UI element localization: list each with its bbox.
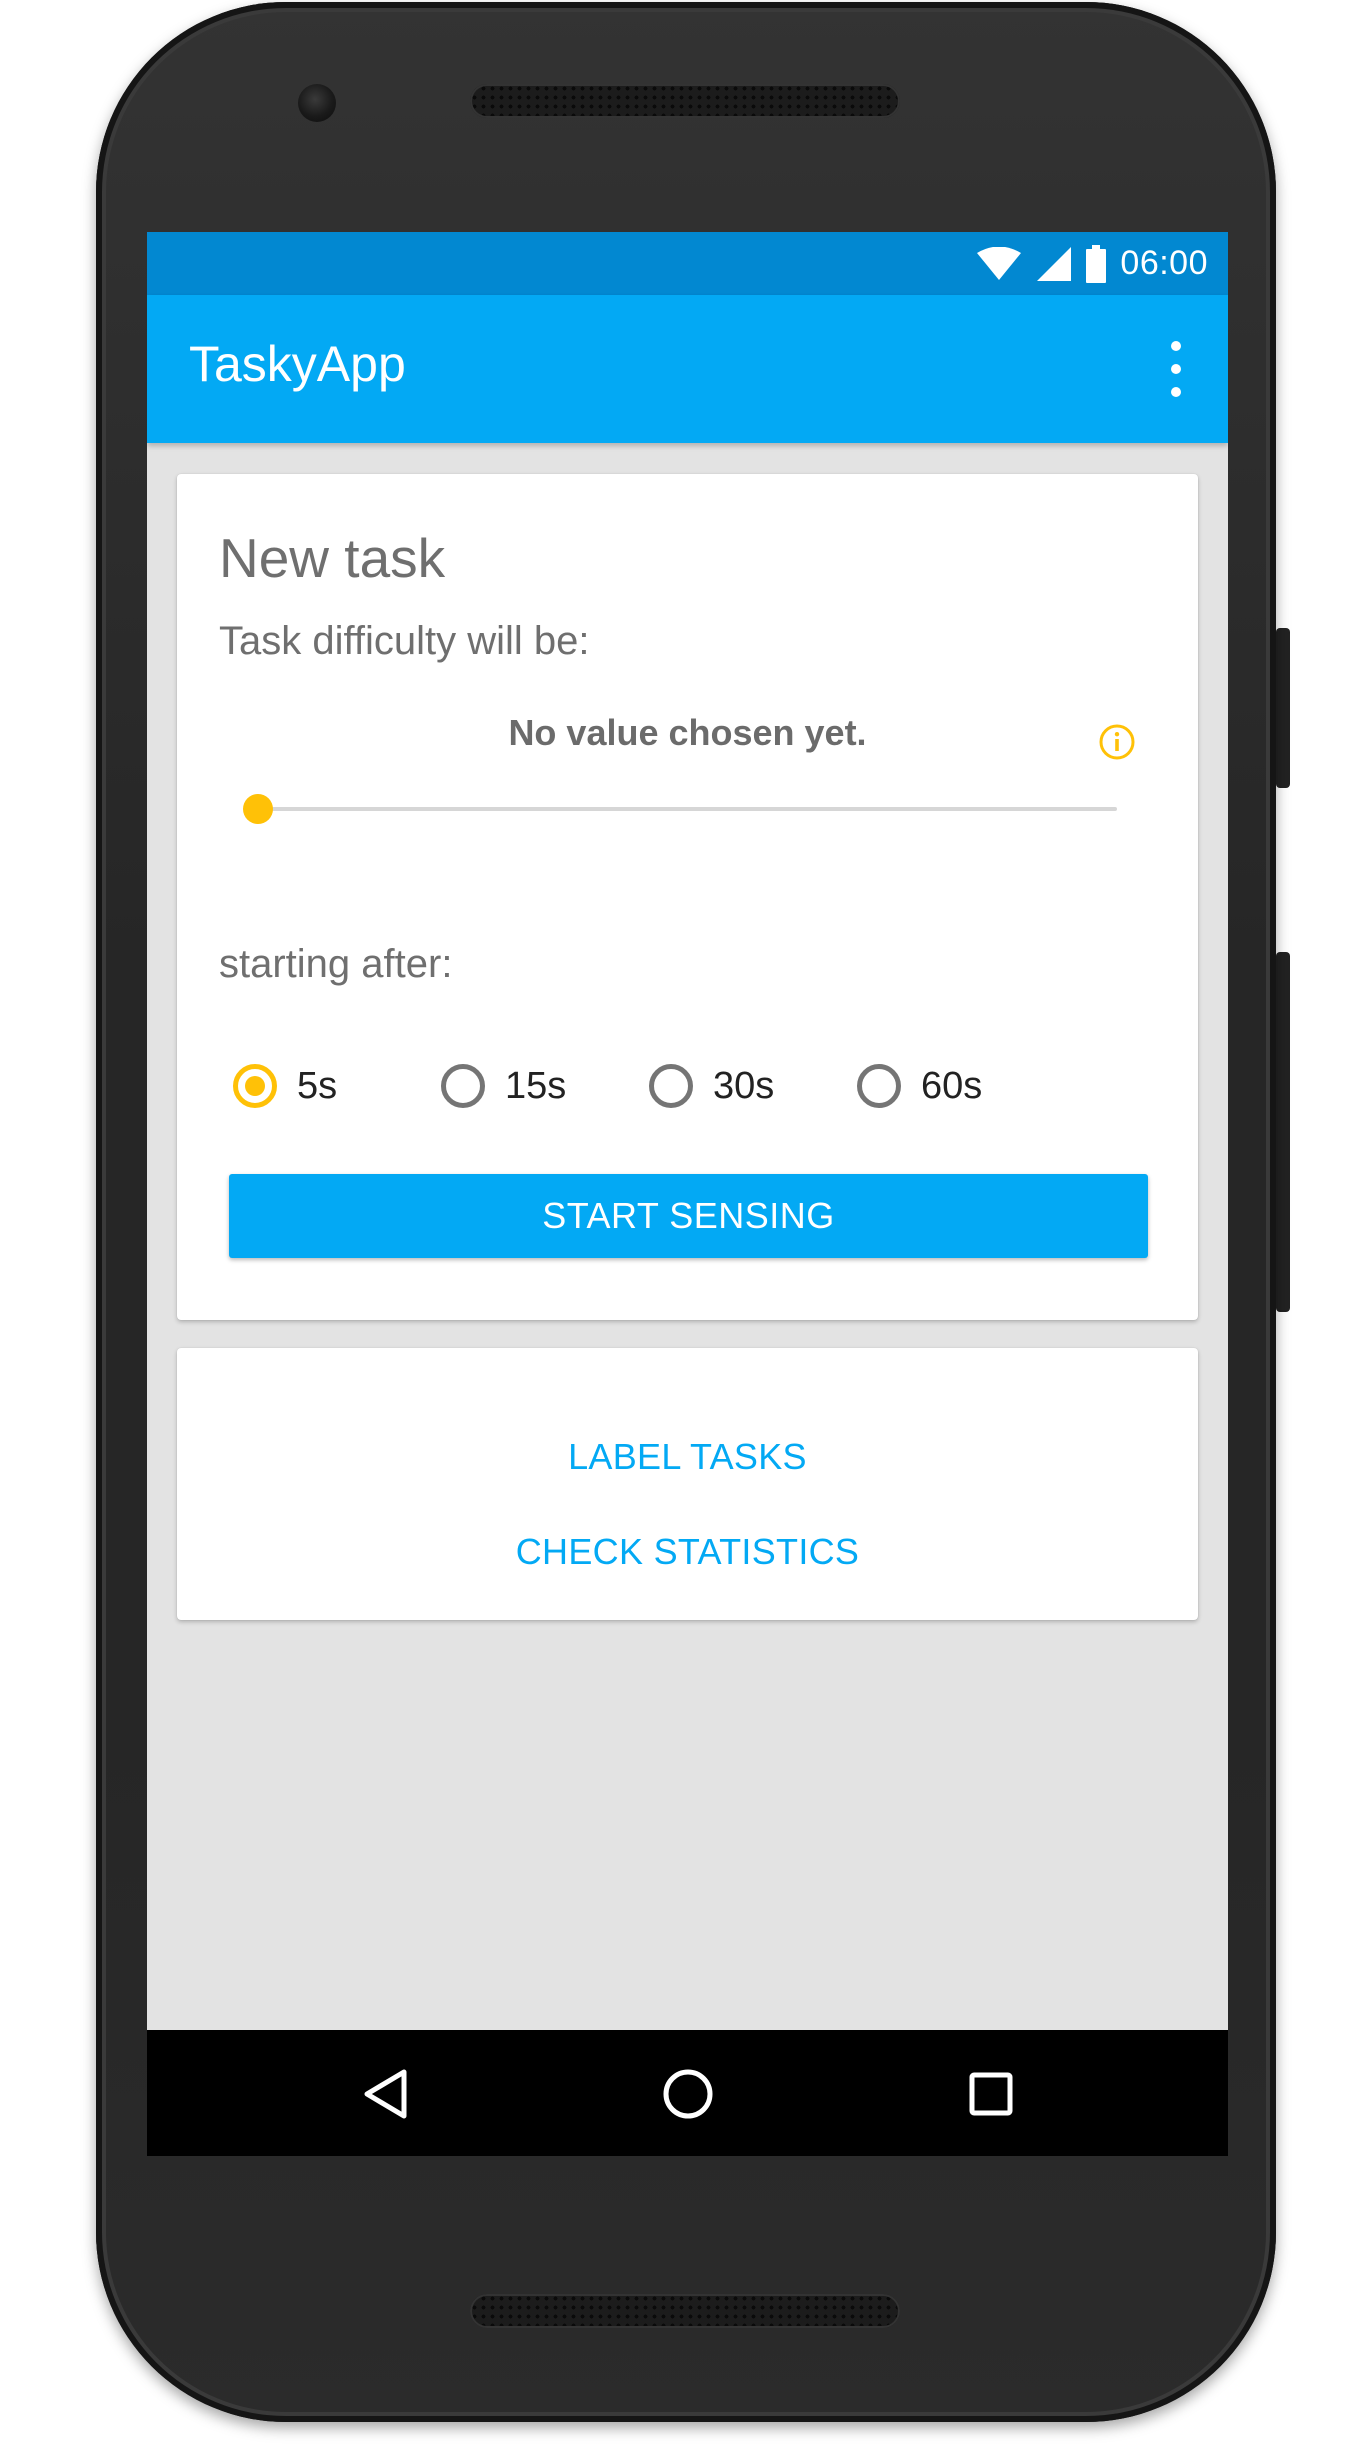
recents-icon[interactable] [963,2066,1019,2122]
radio-button[interactable] [441,1064,485,1108]
status-time: 06:00 [1120,244,1208,282]
radio-button[interactable] [233,1064,277,1108]
home-icon[interactable] [660,2066,716,2122]
more-vert-icon[interactable] [1164,341,1188,397]
app-title: TaskyApp [189,336,406,392]
radio-option-30s[interactable]: 30s [649,1064,857,1108]
starting-after-label: starting after: [219,942,453,986]
radio-button[interactable] [857,1064,901,1108]
info-icon[interactable] [1098,723,1136,761]
label-tasks-button[interactable]: LABEL TASKS [177,1436,1198,1478]
difficulty-label: Task difficulty will be: [219,619,590,663]
app-toolbar: TaskyApp [147,295,1228,443]
new-task-card: New task Task difficulty will be: No val… [177,474,1198,1320]
navigation-bar [147,2030,1228,2156]
power-button [1276,628,1290,788]
radio-option-5s[interactable]: 5s [233,1064,441,1108]
screen: 06:00 TaskyApp New task Task difficulty … [147,232,1228,2156]
radio-label: 15s [505,1064,567,1107]
bottom-speaker-grille [470,2294,900,2328]
status-icons: 06:00 [976,232,1208,295]
top-speaker-grille [470,84,900,118]
front-camera [298,84,336,122]
status-bar: 06:00 [147,232,1228,295]
radio-option-15s[interactable]: 15s [441,1064,649,1108]
wifi-icon [977,246,1022,280]
difficulty-slider[interactable] [243,792,1117,826]
actions-card: LABEL TASKS CHECK STATISTICS [177,1348,1198,1620]
difficulty-value: No value chosen yet. [508,712,867,753]
battery-icon [1086,244,1107,283]
radio-label: 60s [921,1064,983,1107]
cell-signal-icon [1037,246,1072,281]
radio-label: 30s [713,1064,775,1107]
card-title: New task [219,527,446,589]
radio-option-60s[interactable]: 60s [857,1064,1065,1108]
back-icon[interactable] [357,2066,413,2122]
volume-rocker [1276,952,1290,1312]
radio-label: 5s [297,1064,338,1107]
radio-button[interactable] [649,1064,693,1108]
start-delay-radio-group: 5s 15s 30s 60s [233,1064,1065,1108]
slider-thumb[interactable] [243,794,273,824]
device-mockup: 06:00 TaskyApp New task Task difficulty … [0,0,1370,2446]
slider-track [247,807,1117,811]
start-sensing-button[interactable]: START SENSING [229,1174,1148,1258]
check-statistics-button[interactable]: CHECK STATISTICS [177,1531,1198,1573]
